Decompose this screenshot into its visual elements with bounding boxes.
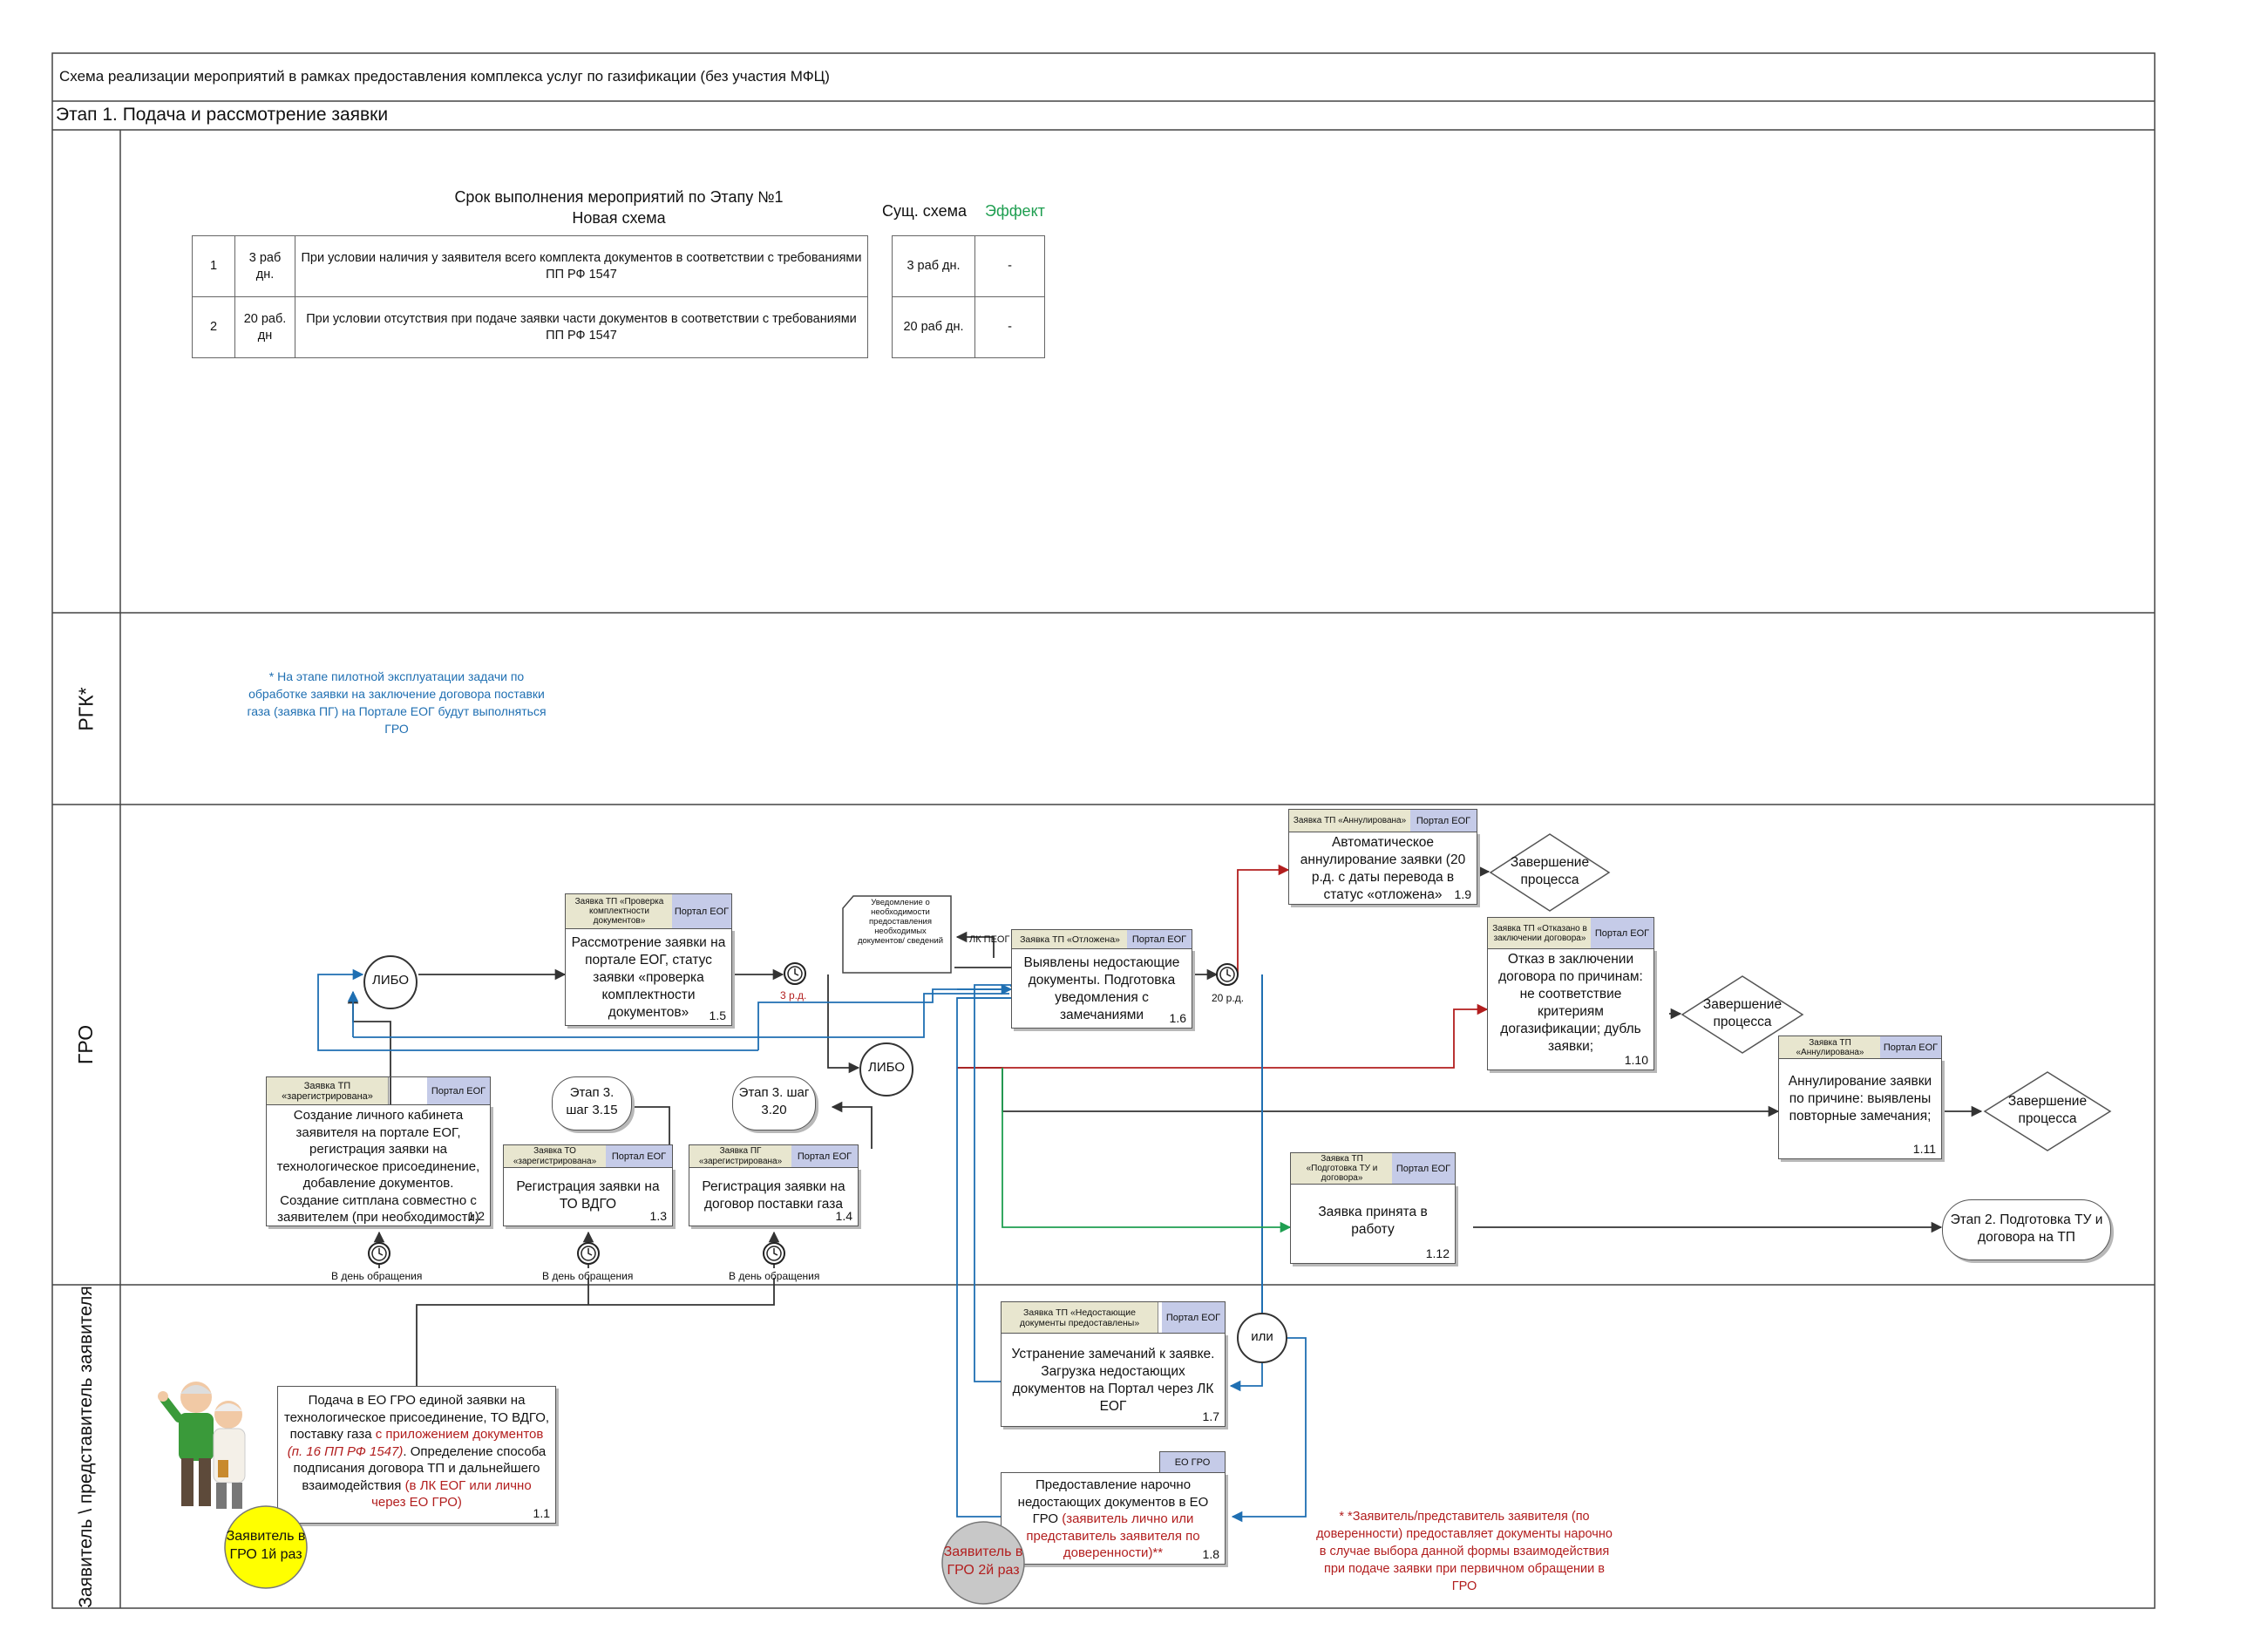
status-label: Заявка ПГ «зарегистрирована» (689, 1145, 792, 1167)
task-text: Отказ в заключении договора по причинам:… (1498, 952, 1643, 1054)
task-1-2-header: Заявка ТП «зарегистрирована» Портал ЕОГ (266, 1076, 491, 1104)
task-number: 1.2 (467, 1209, 485, 1223)
system-label: Портал ЕОГ (791, 1145, 858, 1167)
status-label: Заявка ТО «зарегистрирована» (504, 1145, 607, 1167)
task-text: Регистрация заявки на ТО ВДГО (516, 1179, 660, 1212)
end-label: Завершение процесса (2007, 1094, 2088, 1126)
timer-3-label: 3 р.д. (780, 989, 807, 1002)
task-1-10[interactable]: Отказ в заключении договора по причинам:… (1487, 948, 1654, 1070)
task-1-10-header: Заявка ТП «Отказано в заключении договор… (1487, 917, 1654, 948)
system-label: Портал ЕОГ (1392, 1153, 1455, 1184)
ref-label: Этап 3. шаг 3.15 (566, 1085, 618, 1117)
task-text: Регистрация заявки на договор поставки г… (702, 1179, 845, 1212)
system-label: ЕО ГРО (1160, 1452, 1225, 1472)
timer-icon (577, 1242, 600, 1265)
task-1-12[interactable]: Заявка принята в работу 1.12 (1290, 1184, 1456, 1264)
lk-peog-label: ЛК ПЕОГ (969, 934, 1010, 945)
actor-first-label: Заявитель в ГРО 1й раз (226, 1529, 306, 1562)
task-number: 1.4 (835, 1209, 852, 1223)
ref-step-3-15[interactable]: Этап 3. шаг 3.15 (552, 1076, 632, 1131)
elderly-couple-icon (158, 1382, 246, 1509)
timer-icon (368, 1242, 390, 1265)
task-text: Устранение замечаний к заявке. Загрузка … (1011, 1347, 1215, 1414)
task-1-6-header: Заявка ТП «Отложена» Портал ЕОГ (1011, 929, 1192, 948)
same-day-label: В день обращения (542, 1270, 634, 1282)
applicant-note: * *Заявитель/представитель заявителя (по… (1316, 1510, 1613, 1593)
system-label: Портал ЕОГ (1410, 810, 1477, 832)
task-number: 1.1 (533, 1506, 550, 1520)
system-label: Портал ЕОГ (1127, 930, 1192, 948)
ref-label: Этап 2. Подготовка ТУ и договора на ТП (1950, 1212, 2103, 1245)
status-label: Заявка ТП «Подготовка ТУ и договора» (1291, 1153, 1394, 1184)
task-1-5[interactable]: Рассмотрение заявки на портале ЕОГ, стат… (565, 928, 732, 1026)
status-label: Заявка ТП «Проверка комплектности докуме… (566, 894, 674, 928)
end-label: Завершение процесса (1510, 855, 1590, 887)
actor-second-label: Заявитель в ГРО 2й раз (943, 1545, 1023, 1578)
timer-icon (784, 962, 806, 985)
timer-20-label: 20 р.д. (1212, 992, 1245, 1004)
system-label: Портал ЕОГ (427, 1077, 490, 1104)
task-number: 1.11 (1912, 1142, 1936, 1156)
gateway-ili-label: или (1251, 1329, 1273, 1344)
task-text: Создание личного кабинета заявителя на п… (276, 1108, 480, 1225)
system-label: Портал ЕОГ (1162, 1302, 1225, 1333)
end-label: Завершение процесса (1702, 997, 1782, 1029)
task-1-3-header: Заявка ТО «зарегистрирована» Портал ЕОГ (503, 1144, 673, 1167)
timer-icon (1216, 963, 1239, 986)
task-1-11[interactable]: Аннулирование заявки по причине: выявлен… (1778, 1058, 1942, 1159)
task-1-4-header: Заявка ПГ «зарегистрирована» Портал ЕОГ (689, 1144, 859, 1167)
gateway-libo-1-label: ЛИБО (372, 973, 409, 988)
task-1-9-header: Заявка ТП «Аннулирована» Портал ЕОГ (1288, 809, 1477, 832)
task-1-8[interactable]: Предоставление нарочно недостающих докум… (1001, 1472, 1226, 1565)
system-label: Портал ЕОГ (606, 1145, 672, 1167)
task-number: 1.5 (709, 1008, 726, 1022)
task-number: 1.12 (1425, 1246, 1450, 1260)
task-1-12-header: Заявка ТП «Подготовка ТУ и договора» Пор… (1290, 1152, 1456, 1184)
status-label: Заявка ТП «Недостающие документы предост… (1002, 1302, 1158, 1333)
same-day-label: В день обращения (729, 1270, 820, 1282)
task-1-3[interactable]: Регистрация заявки на ТО ВДГО 1.3 (503, 1167, 673, 1226)
task-text: Аннулирование заявки по причине: выявлен… (1788, 1074, 1932, 1124)
task-1-8-header: ЕО ГРО (1159, 1451, 1226, 1472)
status-label: Заявка ТП «зарегистрирована» (267, 1077, 389, 1104)
ref-label: Этап 3. шаг 3.20 (738, 1085, 810, 1117)
status-label: Заявка ТП «Отказано в заключении договор… (1488, 918, 1592, 948)
task-1-7[interactable]: Устранение замечаний к заявке. Загрузка … (1001, 1333, 1226, 1427)
gateway-libo-2-label: ЛИБО (868, 1060, 905, 1075)
task-1-6[interactable]: Выявлены недостающие документы. Подготов… (1011, 948, 1192, 1029)
task-1-2[interactable]: Создание личного кабинета заявителя на п… (266, 1104, 491, 1226)
task-number: 1.9 (1454, 887, 1471, 901)
task-text: Подача в ЕО ГРО единой заявки на техноло… (283, 1393, 550, 1510)
task-number: 1.6 (1169, 1011, 1186, 1025)
task-text: Заявка принята в работу (1318, 1205, 1428, 1237)
ref-step-3-20[interactable]: Этап 3. шаг 3.20 (732, 1076, 816, 1131)
task-number: 1.10 (1624, 1053, 1648, 1067)
task-text: Рассмотрение заявки на портале ЕОГ, стат… (571, 935, 726, 1020)
task-1-4[interactable]: Регистрация заявки на договор поставки г… (689, 1167, 859, 1226)
system-label: Портал ЕОГ (1880, 1036, 1941, 1058)
task-number: 1.7 (1202, 1409, 1219, 1423)
task-1-9[interactable]: Автоматическое аннулирование заявки (20 … (1288, 832, 1477, 905)
task-1-7-header: Заявка ТП «Недостающие документы предост… (1001, 1301, 1226, 1333)
task-number: 1.3 (649, 1209, 667, 1223)
same-day-label: В день обращения (331, 1270, 423, 1282)
task-text: Предоставление нарочно недостающих докум… (1017, 1477, 1209, 1560)
task-number: 1.8 (1202, 1547, 1219, 1561)
system-label: Портал ЕОГ (672, 894, 731, 928)
status-label: Заявка ТП «Аннулирована» (1289, 810, 1411, 832)
status-label: Заявка ТП «Отложена» (1012, 930, 1129, 948)
timer-icon (763, 1242, 785, 1265)
document-notice: Уведомление о необходимости предоставлен… (857, 898, 944, 946)
task-text: Автоматическое аннулирование заявки (20 … (1300, 835, 1466, 902)
next-stage-ref[interactable]: Этап 2. Подготовка ТУ и договора на ТП (1942, 1199, 2111, 1260)
task-1-1[interactable]: Подача в ЕО ГРО единой заявки на техноло… (277, 1386, 556, 1524)
system-label: Портал ЕОГ (1591, 918, 1653, 948)
task-text: Выявлены недостающие документы. Подготов… (1023, 955, 1180, 1022)
task-1-5-header: Заявка ТП «Проверка комплектности докуме… (565, 893, 732, 928)
